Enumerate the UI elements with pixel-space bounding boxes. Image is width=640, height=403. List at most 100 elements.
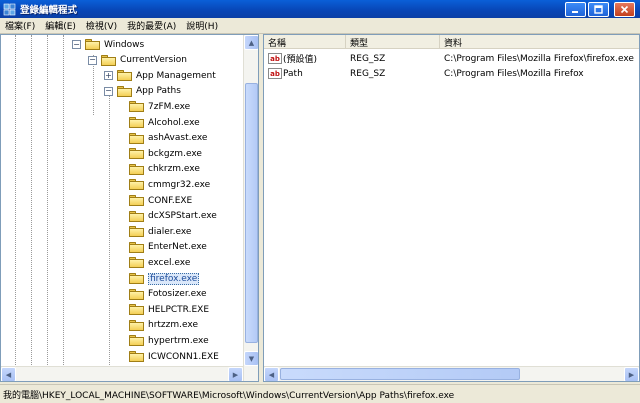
column-name-header[interactable]: 名稱 <box>264 35 346 49</box>
close-button[interactable] <box>614 2 635 17</box>
value-name: (預設值) <box>283 55 318 65</box>
tree-node[interactable]: EnterNet.exe <box>129 240 207 255</box>
folder-icon <box>129 101 144 113</box>
maximize-button[interactable] <box>588 2 609 17</box>
column-data-header[interactable]: 資料 <box>440 35 639 49</box>
tree-node-label[interactable]: App Paths <box>136 86 181 96</box>
scroll-left-button[interactable]: ◀ <box>264 367 279 381</box>
tree-node-label[interactable]: hypertrm.exe <box>148 336 209 346</box>
folder-icon <box>129 226 144 238</box>
tree-node[interactable]: Fotosizer.exe <box>129 287 207 302</box>
collapse-icon[interactable]: − <box>88 55 97 65</box>
tree-node[interactable]: Alcohol.exe <box>129 115 200 130</box>
tree-node-label[interactable]: ashAvast.exe <box>148 133 207 143</box>
tree-guide-line <box>109 87 110 381</box>
tree-guide-line <box>15 35 16 381</box>
value-data: C:\Program Files\Mozilla Firefox\firefox… <box>444 53 634 64</box>
expand-icon[interactable]: + <box>104 71 113 81</box>
list-horizontal-scrollbar[interactable]: ◀ ▶ <box>264 366 639 381</box>
tree-node[interactable]: dialer.exe <box>129 224 191 239</box>
values-list[interactable]: 名稱 類型 資料 ab (預設值) REG_SZ C:\Program File… <box>263 34 640 382</box>
status-bar: 我的電腦\HKEY_LOCAL_MACHINE\SOFTWARE\Microso… <box>0 384 640 403</box>
tree-node-label[interactable]: bckgzm.exe <box>148 149 202 159</box>
tree-node-label[interactable]: cmmgr32.exe <box>148 180 210 190</box>
tree-node[interactable]: dcXSPStart.exe <box>129 209 217 224</box>
tree-node[interactable]: ICWCONN1.EXE <box>129 349 219 364</box>
tree-node-label[interactable]: 7zFM.exe <box>148 102 190 112</box>
scroll-thumb[interactable] <box>280 368 520 380</box>
folder-icon <box>117 85 132 97</box>
folder-icon <box>129 304 144 316</box>
scroll-up-button[interactable]: ▲ <box>244 35 258 50</box>
registry-tree[interactable]: − Windows − CurrentVersion + App Management − A… <box>0 34 259 382</box>
menu-favorites[interactable]: 我的最愛(A) <box>122 19 181 32</box>
tree-node[interactable]: HELPCTR.EXE <box>129 302 209 317</box>
tree-node-label[interactable]: EnterNet.exe <box>148 242 207 252</box>
window-title: 登錄編輯程式 <box>20 5 78 16</box>
tree-vertical-scrollbar[interactable]: ▲ ▼ <box>243 35 258 381</box>
arrow-right-icon: ▶ <box>628 370 635 379</box>
tree-guide-line <box>47 35 48 381</box>
scroll-right-button[interactable]: ▶ <box>624 367 639 381</box>
tree-node[interactable]: + App Management <box>104 68 216 83</box>
tree-node-label[interactable]: Alcohol.exe <box>148 118 200 128</box>
folder-icon <box>129 210 144 222</box>
tree-node[interactable]: bckgzm.exe <box>129 146 202 161</box>
menu-help[interactable]: 說明(H) <box>181 19 223 32</box>
tree-node-label[interactable]: Windows <box>104 40 144 50</box>
tree-node-label[interactable]: CurrentVersion <box>120 55 187 65</box>
minimize-button[interactable] <box>565 2 586 17</box>
folder-icon <box>129 132 144 144</box>
tree-node[interactable]: excel.exe <box>129 255 190 270</box>
tree-node[interactable]: − App Paths <box>104 84 181 99</box>
collapse-icon[interactable]: − <box>72 40 81 49</box>
tree-node-label[interactable]: dcXSPStart.exe <box>148 211 217 221</box>
regedit-icon <box>3 3 16 16</box>
list-row[interactable]: ab (預設值) REG_SZ C:\Program Files\Mozilla… <box>264 51 639 66</box>
folder-icon <box>129 163 144 175</box>
tree-node[interactable]: chkrzm.exe <box>129 162 200 177</box>
tree-node-label[interactable]: firefox.exe <box>148 272 200 285</box>
folder-icon <box>129 335 144 347</box>
tree-node[interactable]: ashAvast.exe <box>129 131 207 146</box>
tree-node-label[interactable]: ICWCONN1.EXE <box>148 352 219 362</box>
tree-node[interactable]: hypertrm.exe <box>129 333 209 348</box>
folder-icon <box>129 179 144 191</box>
menu-edit[interactable]: 編輯(E) <box>40 19 81 32</box>
list-row[interactable]: ab Path REG_SZ C:\Program Files\Mozilla … <box>264 66 639 81</box>
folder-icon <box>129 351 144 362</box>
folder-icon <box>129 241 144 253</box>
value-type: REG_SZ <box>350 68 386 79</box>
scroll-left-button[interactable]: ◀ <box>1 367 16 381</box>
scroll-down-button[interactable]: ▼ <box>244 351 258 366</box>
folder-icon <box>129 257 144 269</box>
menu-file[interactable]: 檔案(F) <box>0 19 40 32</box>
tree-node-label[interactable]: App Management <box>136 71 216 81</box>
tree-node[interactable]: 7zFM.exe <box>129 99 190 114</box>
tree-horizontal-scrollbar[interactable]: ◀ ▶ <box>1 366 243 381</box>
tree-node-label[interactable]: chkrzm.exe <box>148 164 200 174</box>
minimize-icon <box>572 11 578 13</box>
tree-node[interactable]: − CurrentVersion <box>88 53 187 68</box>
tree-node[interactable]: hrtzzm.exe <box>129 318 198 333</box>
tree-node[interactable]: firefox.exe <box>129 271 200 286</box>
menu-view[interactable]: 檢視(V) <box>81 19 122 32</box>
tree-node-label[interactable]: Fotosizer.exe <box>148 289 207 299</box>
tree-guide-line <box>31 35 32 381</box>
close-icon <box>620 5 629 14</box>
arrow-left-icon: ◀ <box>268 370 275 379</box>
folder-icon <box>117 70 132 82</box>
tree-node-label[interactable]: hrtzzm.exe <box>148 320 198 330</box>
collapse-icon[interactable]: − <box>104 86 113 96</box>
tree-node[interactable]: CONF.EXE <box>129 193 192 208</box>
scroll-right-button[interactable]: ▶ <box>228 367 243 381</box>
tree-node[interactable]: − Windows <box>72 37 144 52</box>
tree-node-label[interactable]: CONF.EXE <box>148 196 192 206</box>
tree-node-label[interactable]: excel.exe <box>148 258 190 268</box>
column-type-header[interactable]: 類型 <box>346 35 440 49</box>
scroll-thumb[interactable] <box>245 83 258 343</box>
tree-node-label[interactable]: dialer.exe <box>148 227 191 237</box>
tree-guide-line <box>63 35 64 381</box>
tree-node-label[interactable]: HELPCTR.EXE <box>148 305 209 315</box>
tree-node[interactable]: cmmgr32.exe <box>129 177 210 192</box>
